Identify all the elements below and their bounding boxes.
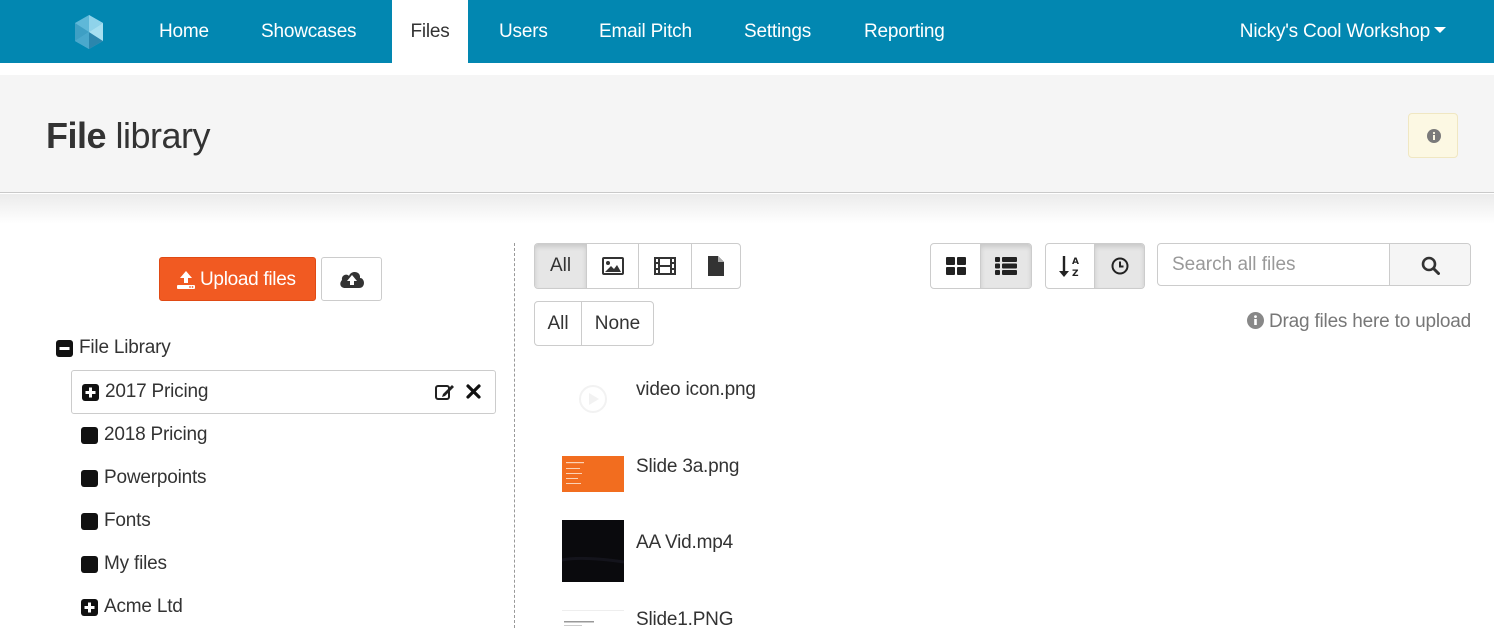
file-thumbnail[interactable] (562, 456, 624, 492)
folder-fonts[interactable]: Fonts (71, 500, 496, 544)
file-name[interactable]: AA Vid.mp4 (636, 532, 733, 554)
folder-label: My files (104, 553, 167, 574)
folder-label: Powerpoints (104, 467, 207, 488)
select-filter: All None (534, 301, 654, 346)
expand-icon[interactable] (81, 599, 98, 616)
grid-view-button[interactable] (931, 244, 981, 288)
nav-showcases[interactable]: Showcases (242, 0, 375, 63)
file-thumbnail[interactable] (562, 384, 624, 414)
nav-settings[interactable]: Settings (725, 0, 830, 63)
drag-upload-text: Drag files here to upload (1268, 311, 1471, 332)
slide-thumbnail-image (564, 621, 594, 626)
app-logo-icon[interactable] (70, 13, 108, 51)
sort-alpha-button[interactable]: AZ (1046, 244, 1095, 288)
nav-users[interactable]: Users (480, 0, 567, 63)
folder-leaf-icon (81, 556, 98, 573)
collapse-icon[interactable] (56, 340, 73, 357)
nav-files[interactable]: Files (392, 0, 468, 63)
upload-files-button[interactable]: Upload files (159, 257, 316, 301)
document-icon (708, 256, 724, 276)
header-shadow (0, 194, 1494, 224)
folder-leaf-icon (81, 513, 98, 530)
file-thumbnail[interactable] (562, 610, 624, 628)
search-icon (1421, 256, 1440, 275)
drag-upload-hint: Drag files here to upload (1246, 311, 1471, 333)
search-input[interactable] (1158, 244, 1389, 285)
edit-icon[interactable] (435, 383, 455, 401)
upload-icon (177, 271, 195, 289)
slide-thumbnail-image (562, 456, 624, 492)
caret-down-icon (1434, 27, 1446, 34)
folder-label: 2017 Pricing (105, 381, 209, 402)
folder-leaf-icon (81, 470, 98, 487)
nav-reporting[interactable]: Reporting (845, 0, 964, 63)
folder-label: Acme Ltd (104, 596, 183, 617)
sort-date-button[interactable] (1095, 244, 1144, 288)
svg-text:A: A (1072, 257, 1079, 267)
file-name[interactable]: Slide1.PNG (636, 609, 733, 628)
nav-spacer (0, 63, 1494, 75)
tree-root-label: File Library (79, 337, 171, 358)
sort-alpha-icon: AZ (1059, 256, 1079, 278)
page-info-button[interactable] (1408, 113, 1458, 158)
film-icon (654, 257, 676, 275)
nav-home[interactable]: Home (140, 0, 228, 63)
folder-powerpoints[interactable]: Powerpoints (71, 457, 496, 501)
account-name: Nicky's Cool Workshop (1239, 21, 1430, 42)
folder-my-files[interactable]: My files (71, 543, 496, 587)
page-title: File library (46, 115, 211, 157)
panel-divider (514, 243, 515, 628)
folder-2017-pricing[interactable]: 2017 Pricing (71, 370, 496, 414)
clock-icon (1111, 257, 1128, 275)
info-circle-icon (1246, 312, 1264, 329)
delete-icon[interactable] (466, 384, 481, 399)
image-icon (601, 257, 624, 275)
folder-leaf-icon (81, 427, 98, 444)
search-box (1157, 243, 1471, 286)
page-title-rest: library (115, 115, 211, 156)
page-header: File library (0, 75, 1494, 193)
video-thumbnail-image (561, 520, 625, 582)
folder-2018-pricing[interactable]: 2018 Pricing (71, 414, 496, 458)
cloud-upload-button[interactable] (321, 257, 382, 301)
play-circle-icon (579, 385, 607, 413)
select-none-button[interactable]: None (582, 302, 653, 345)
view-mode-toggle (930, 243, 1032, 289)
file-thumbnail[interactable] (561, 520, 625, 582)
cloud-upload-icon (340, 272, 364, 288)
file-name[interactable]: Slide 3a.png (636, 456, 739, 478)
filter-images-button[interactable] (587, 244, 639, 288)
grid-view-icon (945, 257, 966, 275)
expand-icon[interactable] (82, 384, 99, 401)
page-title-bold: File (46, 115, 107, 156)
list-view-button[interactable] (981, 244, 1031, 288)
file-name[interactable]: video icon.png (636, 379, 756, 401)
nav-email-pitch[interactable]: Email Pitch (580, 0, 711, 63)
info-circle-icon (1427, 129, 1441, 143)
folder-label: Fonts (104, 510, 151, 531)
sort-mode-toggle: AZ (1045, 243, 1145, 289)
file-type-filter: All (534, 243, 741, 289)
folder-label: 2018 Pricing (104, 424, 208, 445)
account-menu[interactable]: Nicky's Cool Workshop (1240, 0, 1446, 63)
filter-documents-button[interactable] (692, 244, 740, 288)
search-button[interactable] (1389, 244, 1470, 285)
filter-all-button[interactable]: All (535, 244, 587, 288)
list-view-icon (995, 257, 1017, 275)
filter-video-button[interactable] (639, 244, 692, 288)
select-all-button[interactable]: All (535, 302, 582, 345)
top-navbar: Home Showcases Files Users Email Pitch S… (0, 0, 1494, 63)
upload-files-label: Upload files (200, 269, 296, 290)
folder-acme-ltd[interactable]: Acme Ltd (71, 586, 496, 628)
svg-text:Z: Z (1072, 269, 1079, 278)
